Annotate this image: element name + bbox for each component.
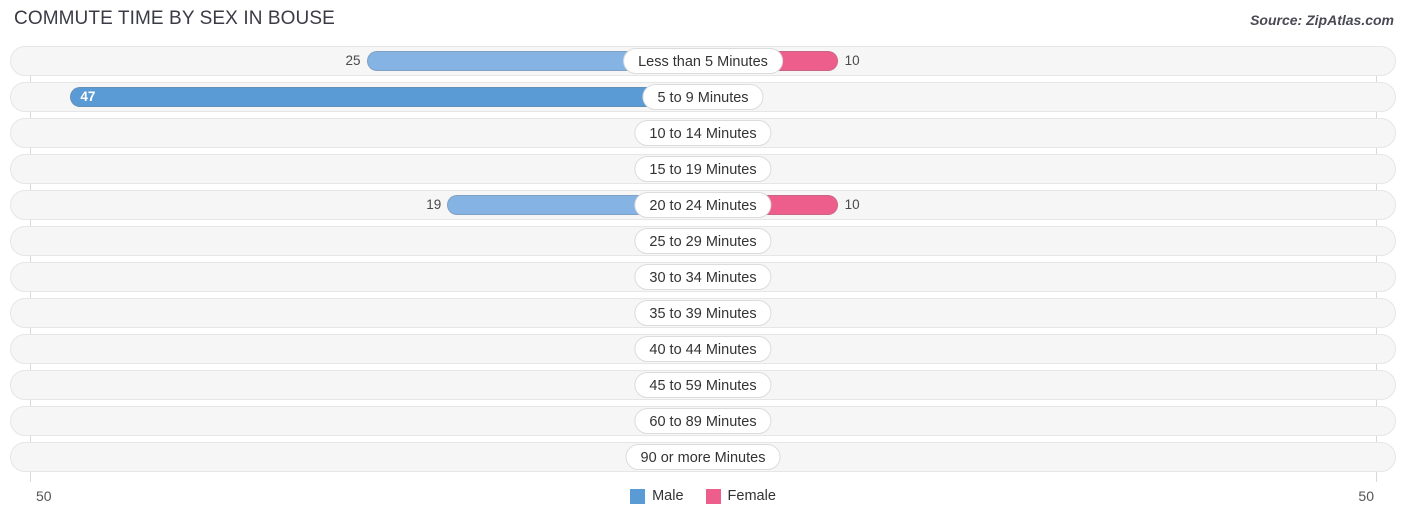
legend-item-male[interactable]: Male — [630, 488, 684, 504]
category-label-pill: 45 to 59 Minutes — [634, 372, 772, 398]
bar-row: 0045 to 59 Minutes — [0, 370, 1406, 400]
legend-label-male: Male — [652, 488, 684, 504]
category-label-pill: 15 to 19 Minutes — [634, 156, 772, 182]
bar-row: 0060 to 89 Minutes — [0, 406, 1406, 436]
page-title: COMMUTE TIME BY SEX IN BOUSE — [14, 8, 335, 29]
bar-row: 47 05 to 9 Minutes — [0, 82, 1406, 112]
category-label-pill: 25 to 29 Minutes — [634, 228, 772, 254]
bar-row: 25 10 Less than 5 Minutes — [0, 46, 1406, 76]
bar-row: 1030 to 34 Minutes — [0, 262, 1406, 292]
female-color-swatch-icon — [705, 488, 721, 504]
female-value-label: 10 — [844, 53, 860, 68]
bar-rows-container: 25 10 Less than 5 Minutes 47 05 to 9 Minutes… — [0, 46, 1406, 478]
male-bar[interactable] — [70, 87, 703, 107]
category-label-pill: 60 to 89 Minutes — [634, 408, 772, 434]
male-value-label: 19 — [426, 197, 442, 212]
bar-row: 0040 to 44 Minutes — [0, 334, 1406, 364]
chart-footer: 50 50 Male Female — [0, 482, 1406, 522]
category-label-pill: 90 or more Minutes — [625, 444, 781, 470]
bar-row: 0025 to 29 Minutes — [0, 226, 1406, 256]
female-value-label: 0 — [755, 87, 815, 107]
male-value-label: 47 — [80, 89, 96, 104]
category-label-pill: 5 to 9 Minutes — [642, 84, 764, 110]
category-label-pill: 35 to 39 Minutes — [634, 300, 772, 326]
bar-row: 0090 or more Minutes — [0, 442, 1406, 472]
category-label-pill: 20 to 24 Minutes — [634, 192, 772, 218]
legend-label-female: Female — [727, 488, 776, 504]
category-label-pill: 10 to 14 Minutes — [634, 120, 772, 146]
category-label-pill: 40 to 44 Minutes — [634, 336, 772, 362]
category-label-pill: Less than 5 Minutes — [623, 48, 783, 74]
chart-legend: Male Female — [0, 488, 1406, 504]
legend-item-female[interactable]: Female — [705, 488, 776, 504]
male-value-label: 25 — [345, 53, 361, 68]
male-color-swatch-icon — [630, 488, 646, 504]
bar-row: 0015 to 19 Minutes — [0, 154, 1406, 184]
source-attribution: Source: ZipAtlas.com — [1250, 12, 1394, 28]
chart-plot-area: 25 10 Less than 5 Minutes 47 05 to 9 Minutes… — [0, 46, 1406, 482]
bar-row: 0035 to 39 Minutes — [0, 298, 1406, 328]
chart-header: COMMUTE TIME BY SEX IN BOUSE Source: Zip… — [0, 0, 1406, 40]
female-value-label: 10 — [844, 197, 860, 212]
bar-row: 19 10 20 to 24 Minutes — [0, 190, 1406, 220]
category-label-pill: 30 to 34 Minutes — [634, 264, 772, 290]
bar-row: 0010 to 14 Minutes — [0, 118, 1406, 148]
